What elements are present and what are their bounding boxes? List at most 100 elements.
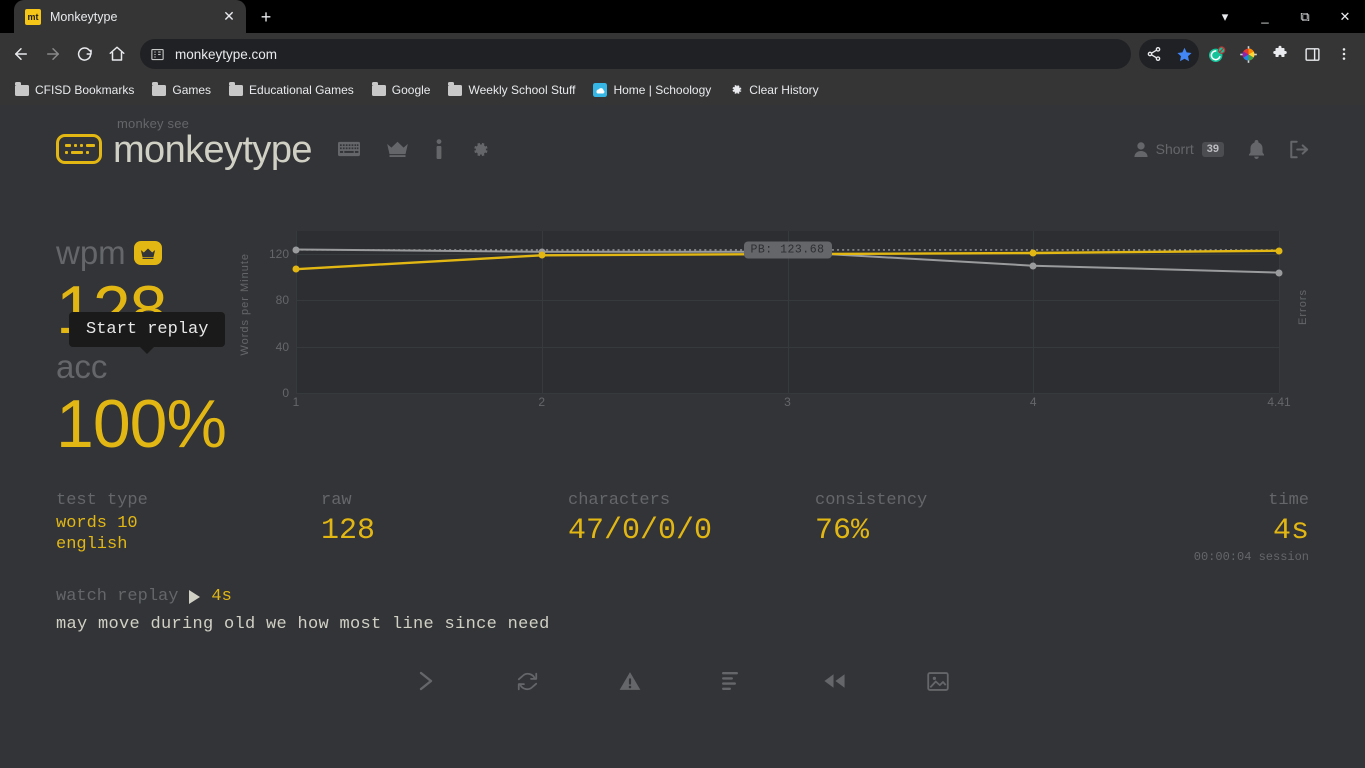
- chrome-menu-icon[interactable]: [1329, 39, 1359, 69]
- bookmark-item[interactable]: Weekly School Stuff: [441, 80, 582, 100]
- stat-consistency: consistency 76%: [815, 489, 1062, 565]
- extension-color-icon[interactable]: [1233, 39, 1263, 69]
- site-info-icon[interactable]: [150, 47, 165, 62]
- chart-y-axis-label: Words per Minute: [239, 253, 251, 356]
- chart-y-tick: 0: [282, 386, 289, 400]
- test-type-line1: words 10: [56, 514, 138, 533]
- bookmark-label: Weekly School Stuff: [468, 83, 576, 97]
- logo-name: monkeytype: [113, 129, 312, 171]
- watch-replay-time: 4s: [211, 587, 232, 606]
- new-tab-button[interactable]: +: [252, 3, 280, 31]
- account-button[interactable]: Shorrt 39: [1134, 141, 1224, 157]
- chart-y-tick: 120: [268, 247, 289, 262]
- site-header: monkey see monkeytype Shorrt 39: [0, 105, 1365, 169]
- extension-grammarly-icon[interactable]: [1201, 39, 1231, 69]
- test-type-line2: english: [56, 535, 128, 554]
- bookmarks-bar: CFISD Bookmarks Games Educational Games …: [0, 75, 1365, 105]
- raw-label: raw: [321, 491, 352, 510]
- tab-close-icon[interactable]: ✕: [220, 8, 238, 25]
- site-logo-text: monkey see monkeytype: [113, 116, 312, 171]
- header-account-area: Shorrt 39: [1134, 139, 1309, 159]
- bookmark-label: Games: [172, 83, 212, 97]
- consistency-value: 76%: [815, 514, 870, 548]
- start-replay-tooltip: Start replay: [69, 312, 226, 354]
- bookmark-item[interactable]: Home | Schoology: [586, 80, 718, 100]
- typed-words: may move during old we how most line sin…: [56, 615, 550, 634]
- info-icon[interactable]: [435, 139, 443, 159]
- address-bar[interactable]: monkeytype.com: [140, 39, 1131, 69]
- chart-point-wpm: [292, 265, 300, 273]
- chart-x-tick: 4: [1029, 395, 1037, 409]
- time-session: 00:00:04 session: [1193, 550, 1309, 564]
- practice-words-button[interactable]: [823, 670, 846, 692]
- reload-icon[interactable]: [70, 39, 100, 69]
- account-username: Shorrt: [1155, 141, 1194, 157]
- bookmark-item[interactable]: Clear History: [722, 80, 825, 100]
- maximize-icon[interactable]: ⧉: [1285, 0, 1325, 33]
- toggle-words-history-button[interactable]: [722, 670, 742, 692]
- bookmark-star-icon[interactable]: [1169, 39, 1199, 69]
- bookmark-item[interactable]: Games: [145, 80, 218, 100]
- keyboard-icon[interactable]: [337, 141, 360, 157]
- back-arrow-icon[interactable]: [6, 39, 36, 69]
- watch-replay-row: watch replay 4s: [56, 587, 1309, 606]
- minimize-icon[interactable]: _: [1245, 0, 1285, 33]
- stat-time: time 4s 00:00:04 session: [1062, 489, 1309, 565]
- characters-value: 47/0/0/0: [568, 514, 713, 548]
- next-test-button[interactable]: [416, 670, 436, 692]
- side-panel-icon[interactable]: [1297, 39, 1327, 69]
- folder-icon: [15, 82, 29, 96]
- wpm-label-row: wpm: [56, 233, 239, 273]
- toolbar-right-actions: [1139, 39, 1359, 69]
- time-value: 4s: [1272, 514, 1309, 548]
- stat-raw: raw 128: [321, 489, 568, 565]
- window-close-icon[interactable]: ✕: [1325, 0, 1365, 33]
- chart-point-raw: [1275, 269, 1283, 277]
- folder-icon: [229, 82, 244, 96]
- bookmark-item[interactable]: Google: [365, 80, 438, 100]
- address-bar-url[interactable]: monkeytype.com: [175, 47, 277, 62]
- consistency-label: consistency: [815, 491, 928, 510]
- crown-icon[interactable]: [386, 141, 409, 157]
- watch-replay-label: watch replay: [56, 587, 179, 606]
- gear-icon[interactable]: [469, 139, 490, 160]
- share-icon[interactable]: [1139, 39, 1169, 69]
- forward-arrow-icon[interactable]: [38, 39, 68, 69]
- browser-toolbar: monkeytype.com: [0, 33, 1365, 75]
- site-logo[interactable]: monkey see monkeytype: [56, 116, 312, 171]
- home-icon[interactable]: [102, 39, 132, 69]
- bookmark-label: Home | Schoology: [613, 83, 712, 97]
- browser-tab[interactable]: mt Monkeytype ✕: [14, 0, 246, 33]
- test-type-label: test type: [56, 491, 148, 510]
- restart-test-button[interactable]: [517, 670, 538, 692]
- save-screenshot-button[interactable]: [927, 670, 949, 692]
- monkeytype-page: monkey see monkeytype Shorrt 39 wpm 128 …: [0, 105, 1365, 768]
- chart-pb-badge: PB: 123.68: [743, 241, 832, 259]
- chart-x-tick: 1: [292, 395, 300, 409]
- chart-x-tick: 3: [784, 395, 791, 409]
- chart-plot-area: 0 40 80 120 PB: 123.68 1 2 3 4 4.41: [269, 231, 1291, 409]
- folder-icon: [448, 82, 463, 96]
- chart-point-wpm: [1029, 249, 1037, 257]
- tab-search-chevron-down-icon[interactable]: ▾: [1205, 0, 1245, 33]
- chart-x-tick: 2: [538, 395, 546, 409]
- time-label: time: [1268, 491, 1309, 510]
- bell-icon[interactable]: [1248, 139, 1265, 159]
- play-icon[interactable]: [189, 589, 201, 604]
- chart-point-wpm: [538, 251, 546, 259]
- bookmark-label: CFISD Bookmarks: [35, 83, 135, 97]
- chart-y-tick: 40: [275, 339, 289, 354]
- chart-point-wpm: [1275, 247, 1283, 255]
- chart-y2-axis-label: Errors: [1297, 289, 1309, 325]
- browser-title-bar: mt Monkeytype ✕ + ▾ _ ⧉ ✕: [0, 0, 1365, 33]
- sign-out-icon[interactable]: [1289, 140, 1309, 159]
- result-actions: [56, 670, 1309, 692]
- report-button[interactable]: [619, 670, 641, 692]
- chart-x-tick: 4.41: [1267, 395, 1291, 409]
- bookmark-item[interactable]: Educational Games: [222, 80, 361, 100]
- account-level-badge: 39: [1201, 141, 1224, 157]
- chart-point-raw: [1029, 262, 1037, 270]
- bookmark-item[interactable]: CFISD Bookmarks: [8, 80, 141, 100]
- extensions-puzzle-icon[interactable]: [1265, 39, 1295, 69]
- logo-tagline: monkey see: [117, 116, 190, 131]
